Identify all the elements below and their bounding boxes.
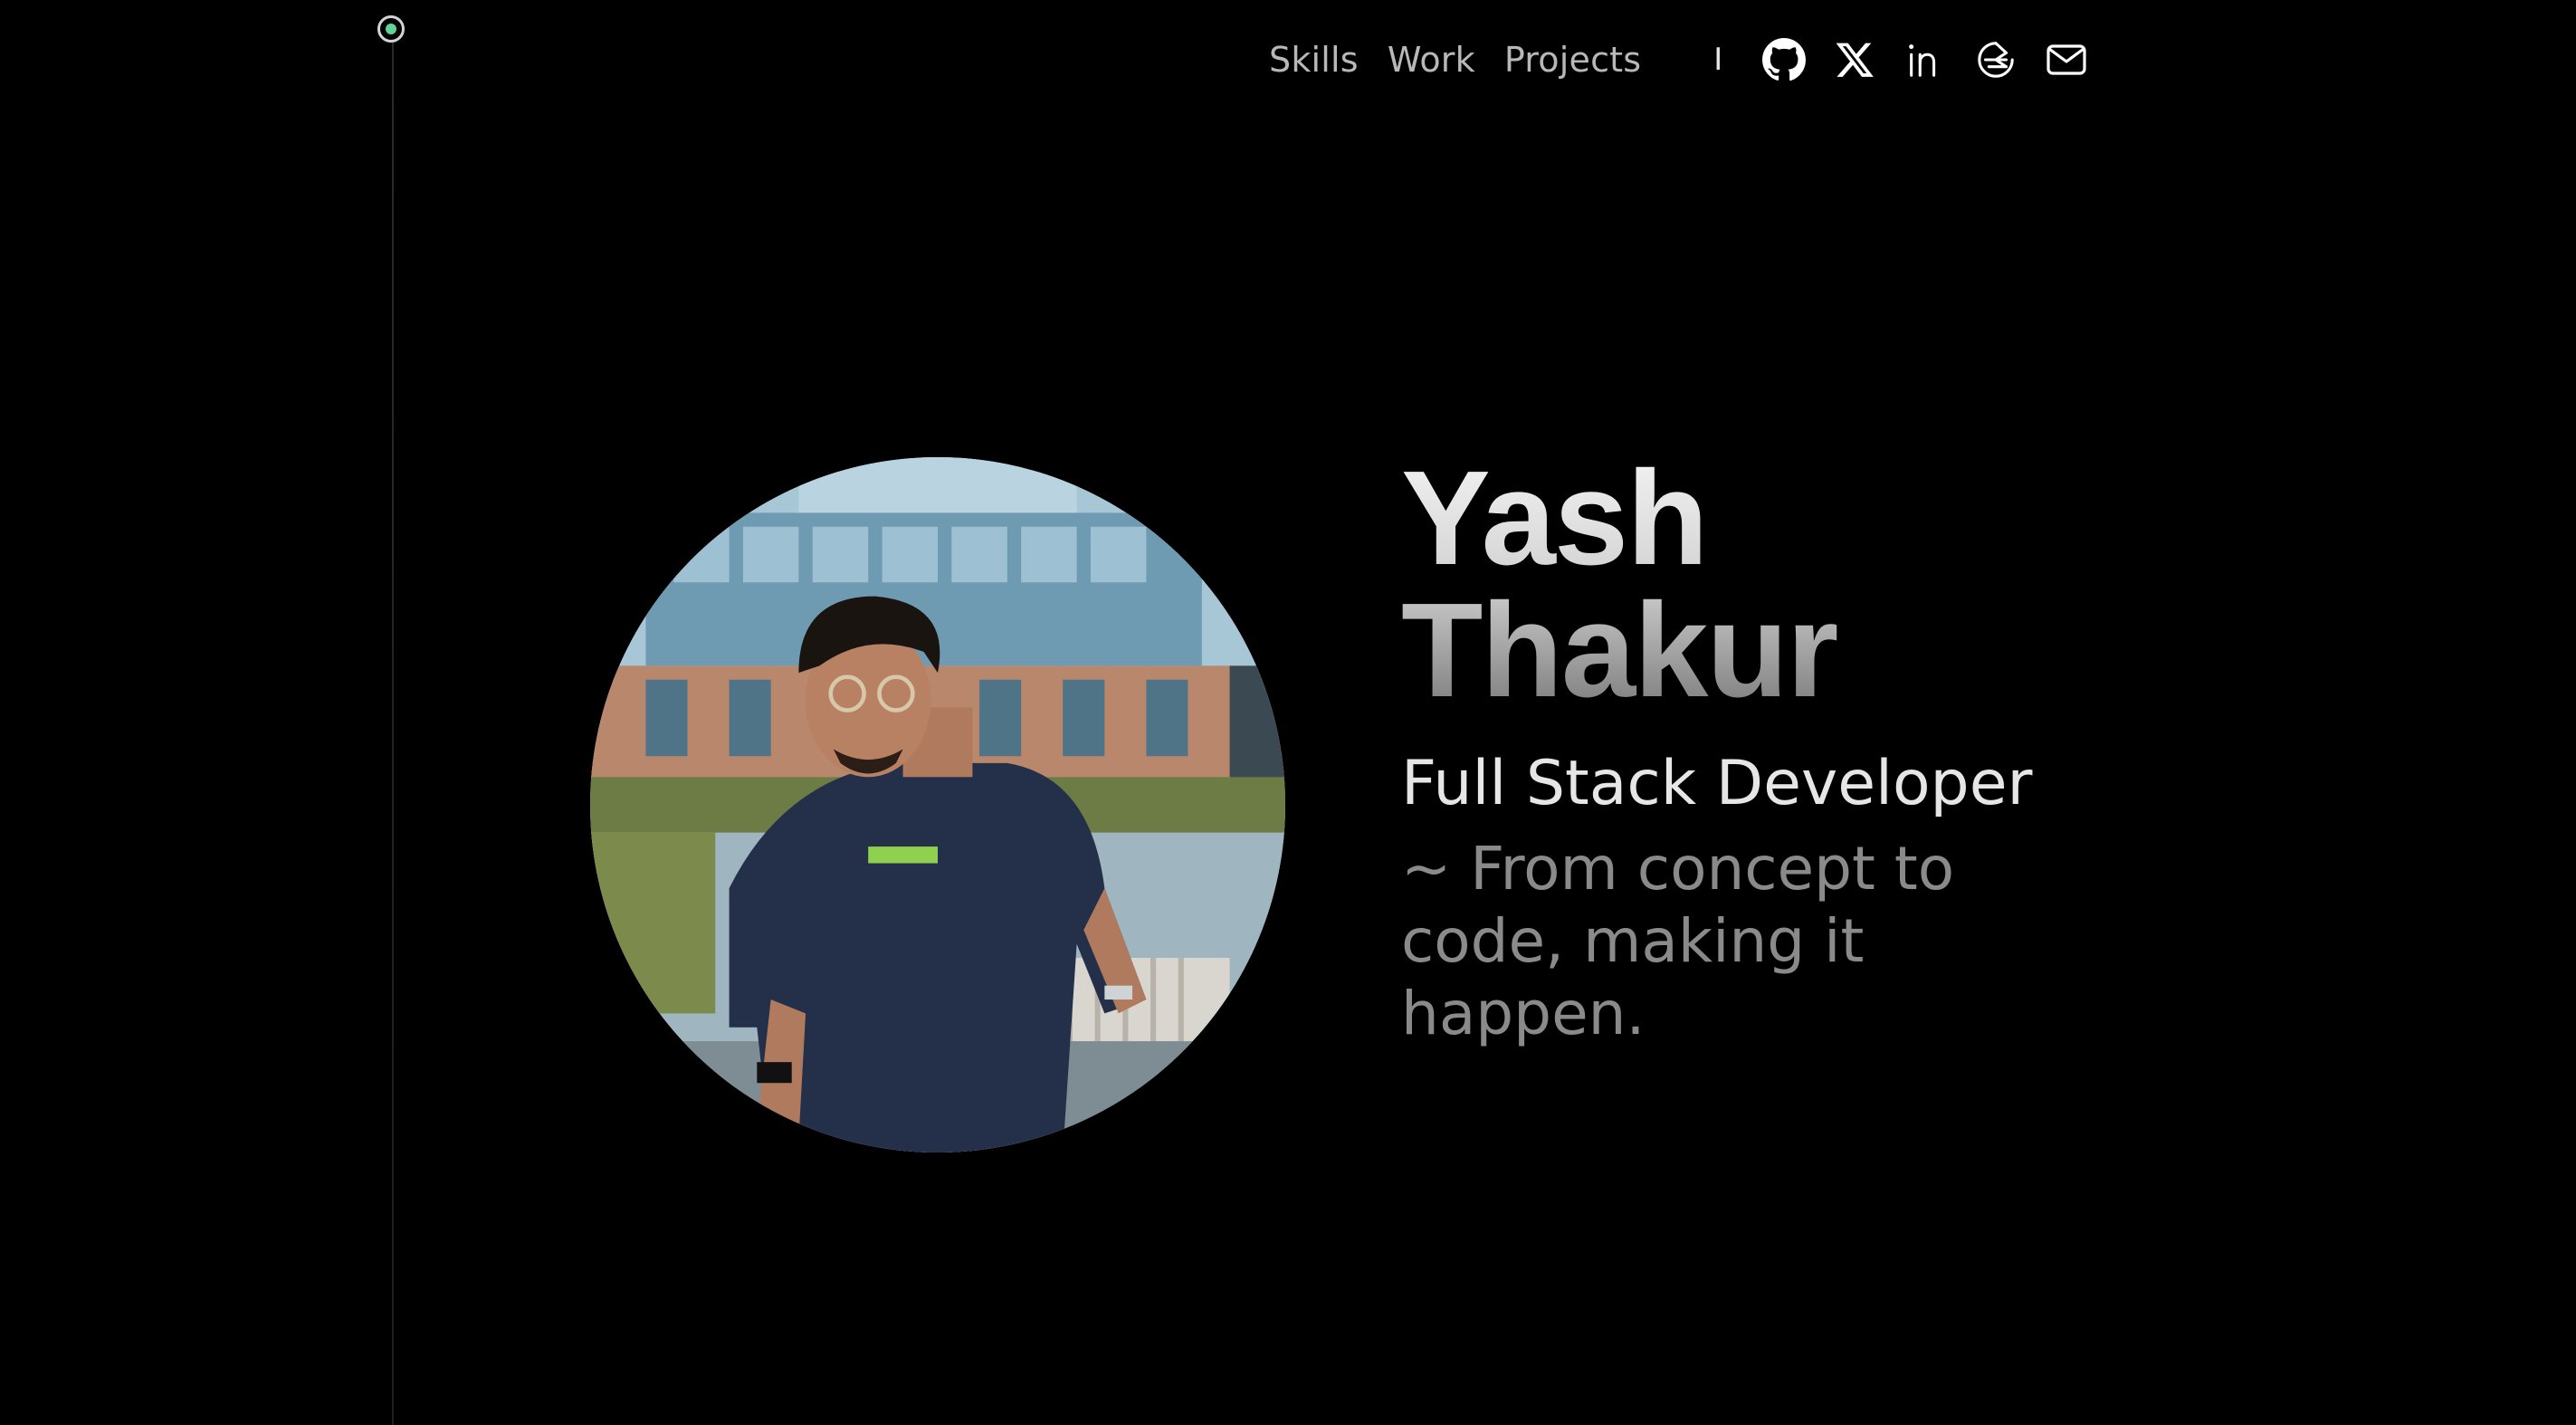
social-links [1760, 36, 2113, 83]
hero-role: Full Stack Developer [1401, 748, 2033, 819]
nav-link-skills[interactable]: Skills [1269, 40, 1359, 80]
timeline-rail [392, 42, 394, 1425]
timeline-dot-icon [377, 15, 405, 43]
mail-icon[interactable] [2043, 36, 2090, 83]
hero-text: Yash Thakur Full Stack Developer ~ From … [1401, 453, 2089, 1050]
nav-separator: I [1713, 42, 1723, 78]
hero-name-last: Thakur [1401, 576, 1837, 725]
top-nav: Skills Work Projects I [1269, 31, 2113, 89]
nav-link-projects[interactable]: Projects [1504, 40, 1641, 80]
hashnode-icon[interactable] [1972, 36, 2019, 83]
x-twitter-icon[interactable] [1831, 36, 1878, 83]
linkedin-icon[interactable] [1902, 36, 1949, 83]
github-icon[interactable] [1760, 36, 1808, 83]
page: Skills Work Projects I Yash Thakur Full … [0, 0, 2576, 1425]
nav-link-work[interactable]: Work [1388, 40, 1475, 80]
hero-tagline: ~ From concept to code, making it happen… [1401, 834, 1955, 1048]
hero-name: Yash Thakur [1401, 453, 2089, 717]
hero-name-first: Yash [1401, 444, 1707, 593]
profile-photo [590, 457, 1285, 1152]
